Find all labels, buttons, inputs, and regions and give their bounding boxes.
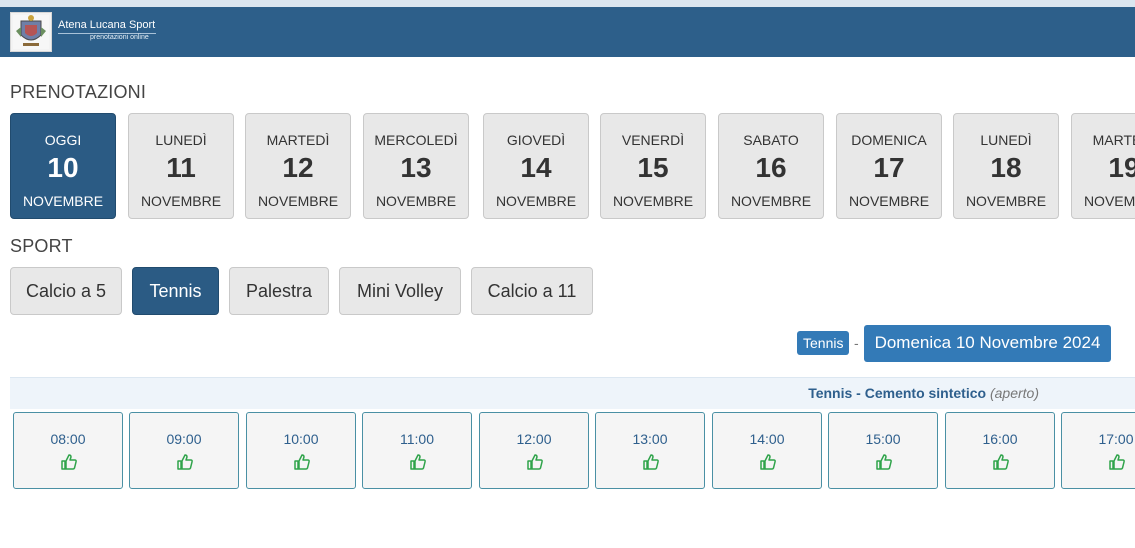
day-name: GIOVEDÌ	[506, 132, 566, 148]
top-strip	[0, 0, 1135, 7]
thumbs-up-icon	[177, 454, 193, 470]
slot-time: 13:00	[632, 431, 668, 447]
day-name: SABATO	[743, 132, 799, 148]
day-number: 12	[282, 152, 314, 183]
day-name: MERCOLEDÌ	[374, 132, 458, 148]
court-name: Tennis - Cemento sintetico	[808, 385, 987, 401]
day-button[interactable]: DOMENICA 17 NOVEMBRE	[836, 113, 942, 219]
day-button[interactable]: LUNEDÌ 18 NOVEMBRE	[953, 113, 1059, 219]
slot-time: 14:00	[749, 431, 785, 447]
day-month: NOVEMBRE	[1083, 193, 1135, 209]
day-month: NOVEMBRE	[612, 193, 694, 209]
day-number: 15	[637, 152, 669, 183]
day-month: NOVEMBRE	[140, 193, 222, 209]
sport-button-calcio-a-5[interactable]: Calcio a 5	[10, 267, 122, 315]
sport-button-mini-volley[interactable]: Mini Volley	[339, 267, 461, 315]
day-button[interactable]: GIOVEDÌ 14 NOVEMBRE	[483, 113, 589, 219]
time-slot[interactable]: 16:00	[945, 412, 1055, 489]
sport-heading: SPORT	[10, 236, 73, 256]
thumbs-up-icon	[410, 454, 426, 470]
slot-time: 17:00	[1098, 431, 1134, 447]
day-month: NOVEMBRE	[848, 193, 930, 209]
day-selector: OGGI 10 NOVEMBRE LUNEDÌ 11 NOVEMBRE MART…	[10, 113, 1135, 223]
court-header: Tennis - Cemento sintetico (aperto)	[10, 377, 1135, 409]
time-slot[interactable]: 12:00	[479, 412, 589, 489]
day-number: 14	[520, 152, 552, 183]
day-month: NOVEMBRE	[495, 193, 577, 209]
day-name: MARTEDÌ	[1092, 132, 1135, 148]
time-slot[interactable]: 17:00	[1061, 412, 1135, 489]
day-name: MARTEDÌ	[266, 132, 330, 148]
thumbs-up-icon	[527, 454, 543, 470]
day-number: 10	[47, 152, 79, 183]
bookings-heading: PRENOTAZIONI	[10, 82, 147, 102]
slot-time: 08:00	[50, 431, 86, 447]
selected-sport-badge: Tennis	[797, 331, 850, 355]
day-number: 19	[1108, 152, 1135, 183]
sport-button-palestra[interactable]: Palestra	[229, 267, 329, 315]
day-name: LUNEDÌ	[980, 132, 1032, 148]
day-month: NOVEMBRE	[257, 193, 339, 209]
time-slot[interactable]: 09:00	[129, 412, 239, 489]
thumbs-up-icon	[760, 454, 776, 470]
court-title: Tennis - Cemento sintetico (aperto)	[808, 385, 1039, 401]
slot-time: 11:00	[400, 431, 434, 447]
time-slot[interactable]: 08:00	[13, 412, 123, 489]
app-header: Atena Lucana Sport prenotazioni online	[0, 7, 1135, 57]
thumbs-up-icon	[643, 454, 659, 470]
court-status: (aperto)	[989, 385, 1039, 401]
day-name: LUNEDÌ	[155, 132, 207, 148]
crest-icon	[13, 15, 49, 49]
sport-button-calcio-a-11[interactable]: Calcio a 11	[471, 267, 593, 315]
selected-date-badge: Domenica 10 Novembre 2024	[864, 325, 1111, 362]
day-button[interactable]: LUNEDÌ 11 NOVEMBRE	[128, 113, 234, 219]
day-button[interactable]: MARTEDÌ 19 NOVEMBRE	[1071, 113, 1135, 219]
slot-time: 12:00	[516, 431, 552, 447]
slot-time: 10:00	[283, 431, 319, 447]
logo[interactable]	[10, 12, 52, 52]
day-month: NOVEMBRE	[375, 193, 457, 209]
day-number: 18	[990, 152, 1022, 183]
selection-separator: -	[854, 335, 859, 351]
day-number: 11	[166, 152, 196, 183]
time-slots: 08:00 09:00 10:00 11:00 12:00 13:00 14:0…	[13, 412, 1135, 490]
day-name: VENERDÌ	[621, 132, 685, 148]
time-slot[interactable]: 11:00	[362, 412, 472, 489]
time-slot[interactable]: 14:00	[712, 412, 822, 489]
slot-time: 09:00	[166, 431, 202, 447]
day-number: 13	[400, 152, 432, 183]
thumbs-up-icon	[993, 454, 1009, 470]
day-month: NOVEMBRE	[965, 193, 1047, 209]
day-name: DOMENICA	[851, 132, 927, 148]
time-slot[interactable]: 10:00	[246, 412, 356, 489]
slot-time: 16:00	[982, 431, 1018, 447]
brand-subtitle: prenotazioni online	[90, 34, 149, 41]
day-number: 16	[755, 152, 787, 183]
day-button[interactable]: MARTEDÌ 12 NOVEMBRE	[245, 113, 351, 219]
sport-button-tennis[interactable]: Tennis	[132, 267, 219, 315]
thumbs-up-icon	[1109, 454, 1125, 470]
thumbs-up-icon	[61, 454, 77, 470]
day-month: NOVEMBRE	[730, 193, 812, 209]
day-name: OGGI	[44, 132, 82, 148]
day-month: NOVEMBRE	[22, 193, 104, 209]
thumbs-up-icon	[876, 454, 892, 470]
day-button[interactable]: MERCOLEDÌ 13 NOVEMBRE	[363, 113, 469, 219]
day-button[interactable]: SABATO 16 NOVEMBRE	[718, 113, 824, 219]
time-slot[interactable]: 13:00	[595, 412, 705, 489]
day-number: 17	[873, 152, 905, 183]
day-button[interactable]: OGGI 10 NOVEMBRE	[10, 113, 116, 219]
time-slot[interactable]: 15:00	[828, 412, 938, 489]
slot-time: 15:00	[865, 431, 901, 447]
brand-title[interactable]: Atena Lucana Sport	[58, 19, 155, 31]
day-button[interactable]: VENERDÌ 15 NOVEMBRE	[600, 113, 706, 219]
thumbs-up-icon	[294, 454, 310, 470]
